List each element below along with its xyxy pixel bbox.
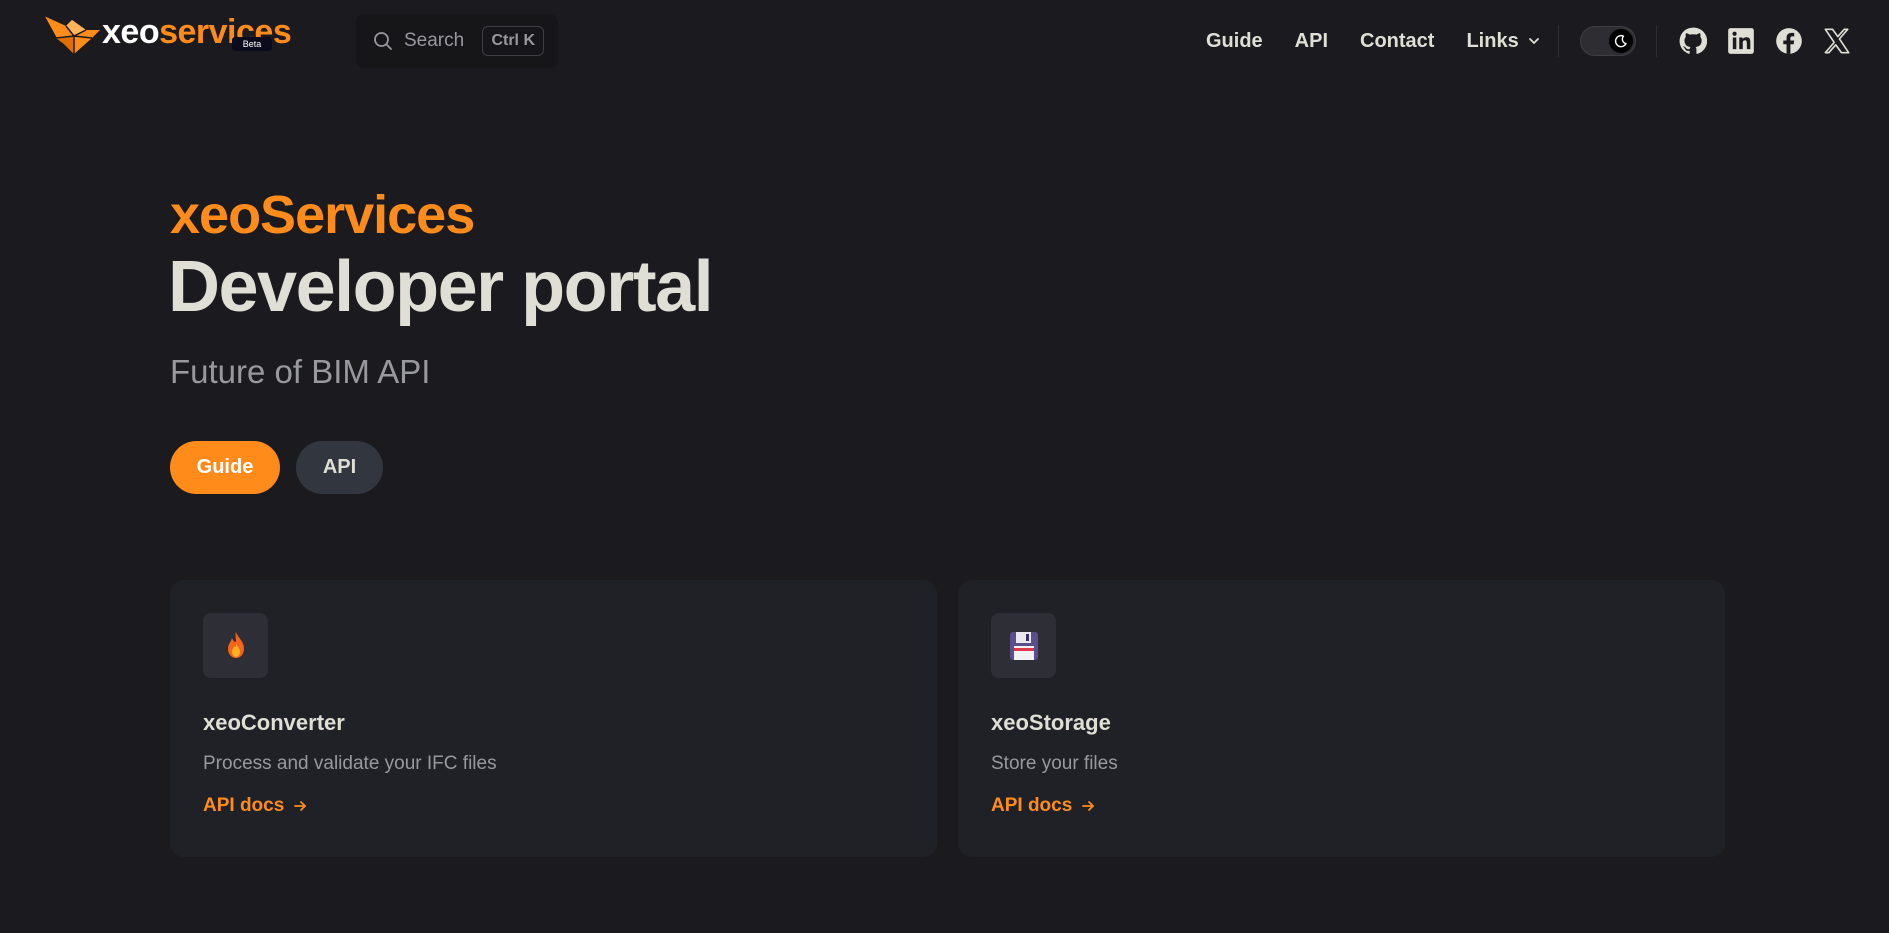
api-docs-label: API docs [203, 795, 285, 816]
floppy-disk-icon [991, 613, 1056, 678]
hero-name: xeoServices [170, 185, 475, 245]
facebook-icon[interactable] [1774, 26, 1804, 56]
nav-links-dropdown[interactable]: Links [1466, 30, 1540, 53]
feature-title: xeoConverter [203, 710, 345, 735]
search-shortcut: Ctrl K [482, 26, 544, 56]
top-navbar: xeoservices Beta Search Ctrl K Guide API… [0, 0, 1889, 82]
search-label: Search [404, 30, 465, 51]
nav-contact[interactable]: Contact [1360, 30, 1434, 53]
beta-badge: Beta [232, 37, 272, 51]
nav-links-label: Links [1466, 29, 1519, 52]
api-docs-link[interactable]: API docs [203, 795, 308, 817]
x-icon[interactable] [1822, 26, 1852, 56]
arrow-right-icon [1082, 801, 1095, 811]
feature-description: Process and validate your IFC files [203, 753, 497, 774]
site-logo[interactable]: xeoservices [42, 14, 292, 58]
chevron-down-icon [1528, 38, 1539, 44]
nav-guide[interactable]: Guide [1206, 30, 1263, 53]
feature-card-xeostorage: xeoStorage Store your files API docs [958, 580, 1725, 857]
fox-logo-icon [43, 15, 100, 54]
hero-tagline: Future of BIM API [170, 353, 431, 390]
hero-title: Developer portal [168, 247, 714, 327]
nav-links: Guide API Contact Links [1206, 0, 1573, 82]
api-button[interactable]: API [296, 441, 383, 494]
guide-button[interactable]: Guide [170, 441, 280, 494]
search-button[interactable]: Search Ctrl K [356, 14, 558, 68]
moon-icon [1609, 29, 1633, 53]
arrow-right-icon [294, 801, 307, 811]
api-docs-label: API docs [991, 795, 1073, 816]
api-docs-link[interactable]: API docs [991, 795, 1096, 817]
feature-title: xeoStorage [991, 710, 1111, 735]
nav-divider [1656, 25, 1657, 57]
feature-card-xeoconverter: xeoConverter Process and validate your I… [170, 580, 937, 857]
linkedin-icon[interactable] [1726, 26, 1756, 56]
nav-api[interactable]: API [1295, 30, 1328, 53]
feature-description: Store your files [991, 753, 1118, 774]
nav-divider [1558, 25, 1559, 57]
github-icon[interactable] [1678, 26, 1708, 56]
theme-toggle[interactable] [1580, 26, 1636, 56]
search-icon [372, 30, 394, 52]
fire-icon [203, 613, 268, 678]
